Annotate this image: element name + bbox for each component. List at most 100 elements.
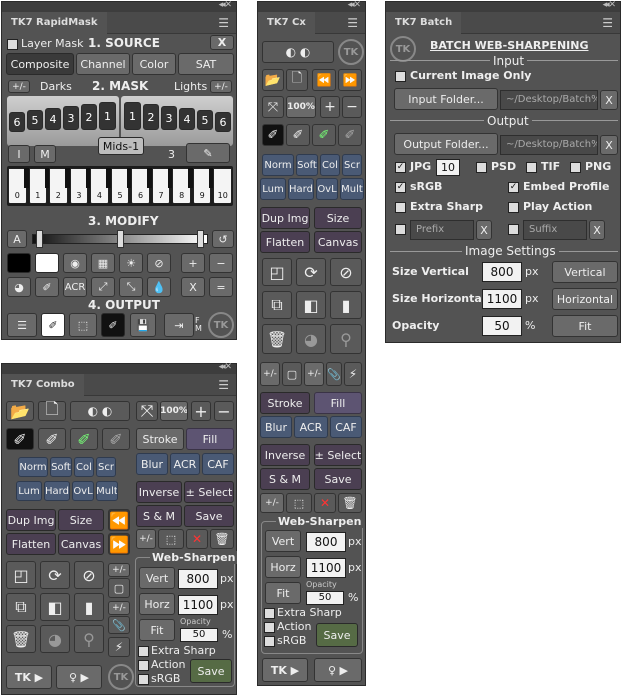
light-step-4[interactable]: 4 <box>179 108 195 130</box>
tif-checkbox[interactable] <box>526 162 537 173</box>
brush-black-button[interactable]: ✐ <box>101 313 125 337</box>
fit-screen-button[interactable]: ⤧ <box>262 96 284 118</box>
eyedropper-button[interactable]: ✎ <box>186 143 230 163</box>
blend-soft[interactable]: Soft <box>50 457 72 477</box>
zoom-out-button[interactable]: − <box>214 401 234 421</box>
marquee-button[interactable]: ⬚ <box>286 493 312 513</box>
light-step-6[interactable]: 6 <box>215 112 231 132</box>
layer-mask-button[interactable]: ▮ <box>74 593 104 621</box>
dark-step-3[interactable]: 3 <box>63 106 79 130</box>
tab-color[interactable]: Color <box>132 53 176 75</box>
layer-merge-button[interactable]: ◧ <box>296 291 326 319</box>
output-path-field[interactable]: ~/Desktop/Batch%20 <box>500 135 598 155</box>
slider-handle-right[interactable] <box>197 230 204 248</box>
prefix-clear-button[interactable]: X <box>476 220 492 240</box>
blend-hard[interactable]: Hard <box>288 178 314 200</box>
pm-button-1[interactable]: +/- <box>260 362 280 386</box>
hatch-button[interactable]: ▦ <box>91 253 115 273</box>
blend-norm[interactable]: Norm <box>262 154 294 176</box>
light-step-2[interactable]: 2 <box>143 104 159 130</box>
stroke-button[interactable]: Stroke <box>136 428 184 450</box>
fit-button[interactable]: Fit <box>265 582 301 604</box>
blur-button[interactable]: Blur <box>136 453 168 475</box>
lightning-button[interactable]: ⚡ <box>108 637 130 657</box>
sm-button[interactable]: S & M <box>260 468 310 490</box>
prefix-field[interactable]: Prefix <box>410 220 474 240</box>
pm-button-2[interactable]: +/- <box>304 362 324 386</box>
brush-white-button[interactable]: ✐ <box>41 313 65 337</box>
link-button[interactable]: 📎 <box>108 616 130 634</box>
save-disk-button[interactable]: 💾 <box>130 313 156 337</box>
png-checkbox[interactable] <box>570 162 581 173</box>
marquee-button[interactable]: ⬚ <box>158 529 184 549</box>
caf-button[interactable]: CAF <box>330 416 362 438</box>
m-button[interactable]: M <box>34 145 56 163</box>
layer-mask-checkbox[interactable] <box>7 39 18 50</box>
slider-handle-mid[interactable] <box>117 230 124 248</box>
brush-light-button[interactable]: ✐ <box>286 124 310 146</box>
panel-menu-icon[interactable]: ☰ <box>218 16 229 30</box>
size-button[interactable]: Size <box>58 509 104 531</box>
blend-lum[interactable]: Lum <box>16 481 42 501</box>
brush-green-button[interactable]: ✐ <box>312 124 336 146</box>
panel-menu-icon[interactable]: ☰ <box>602 16 613 30</box>
vert-button[interactable]: Vert <box>139 567 175 589</box>
horz-input[interactable]: 1100 <box>178 595 218 615</box>
fit-button[interactable]: Fit <box>139 619 175 641</box>
forward-button[interactable]: ⏩ <box>108 533 130 555</box>
inverse-button[interactable]: Inverse <box>136 481 182 503</box>
hide-mask-button[interactable]: ⊘ <box>147 253 171 273</box>
i-button[interactable]: I <box>8 145 30 163</box>
layer-new-button[interactable]: ◰ <box>6 561 36 589</box>
blend-soft[interactable]: Soft <box>296 154 318 176</box>
save-button[interactable]: Save <box>314 468 362 490</box>
extra-sharp-checkbox[interactable] <box>264 608 275 619</box>
tab-channel[interactable]: Channel <box>76 53 130 75</box>
tab-sat[interactable]: SAT <box>178 53 234 75</box>
slider-handle-left[interactable] <box>36 230 43 248</box>
play-action-checkbox[interactable] <box>508 202 519 213</box>
list-button[interactable]: ☰ <box>7 313 37 337</box>
dup-img-button[interactable]: Dup Img <box>6 509 56 531</box>
srgb-checkbox[interactable] <box>264 636 275 647</box>
delete-button[interactable]: 🗑 <box>6 625 36 653</box>
lightning-button[interactable]: ⚡ <box>344 362 362 386</box>
ws-save-button[interactable]: Save <box>190 659 232 683</box>
acr-button[interactable]: ACR <box>294 416 328 438</box>
brush-gray-button[interactable]: ✐ <box>102 428 130 450</box>
circle-mask-button[interactable]: ◉ <box>63 253 87 273</box>
new-doc-button[interactable]: 🗋 <box>286 69 308 91</box>
select-button[interactable]: ± Select <box>184 481 234 503</box>
vertical-button[interactable]: Vertical <box>552 261 618 283</box>
zoom-100-button[interactable]: 100% <box>286 96 316 118</box>
white-swatch-button[interactable] <box>35 253 59 273</box>
open-button[interactable]: 📂 <box>262 69 284 91</box>
light-step-1[interactable]: 1 <box>124 102 141 130</box>
black-swatch-button[interactable] <box>7 253 31 273</box>
suffix-field[interactable]: Suffix <box>523 220 587 240</box>
select-button[interactable]: ± Select <box>314 444 362 466</box>
light-step-5[interactable]: 5 <box>197 110 213 130</box>
prefix-checkbox[interactable] <box>395 224 406 235</box>
jpg-checkbox[interactable]: ✓ <box>395 162 406 173</box>
tab-rapidmask[interactable]: TK7 RapidMask <box>2 12 107 34</box>
size-vertical-input[interactable]: 800 <box>482 262 522 282</box>
layer-merge-button[interactable]: ◧ <box>40 593 70 621</box>
forward-button[interactable]: ⏩ <box>338 69 362 91</box>
output-clear-button[interactable]: X <box>600 135 618 155</box>
acr-button[interactable]: ACR <box>170 453 200 475</box>
open-button[interactable]: 📂 <box>6 401 34 421</box>
light-step-3[interactable]: 3 <box>161 106 177 130</box>
x-button[interactable]: X <box>181 277 205 297</box>
dark-step-1[interactable]: 1 <box>99 102 116 130</box>
brush-green-button[interactable]: ✐ <box>70 428 98 450</box>
extra-sharp-checkbox[interactable] <box>395 202 406 213</box>
action-checkbox[interactable] <box>138 660 149 671</box>
tab-composite[interactable]: Composite <box>6 53 74 75</box>
embed-profile-checkbox[interactable]: ✓ <box>508 182 519 193</box>
cancel-x-button[interactable]: ✕ <box>314 493 336 513</box>
layer-adjust-button[interactable]: ⟳ <box>40 561 70 589</box>
flatten-button[interactable]: Flatten <box>260 231 310 253</box>
link-button[interactable]: 📎 <box>326 362 342 386</box>
pm-side-1[interactable]: +/- <box>108 563 130 577</box>
